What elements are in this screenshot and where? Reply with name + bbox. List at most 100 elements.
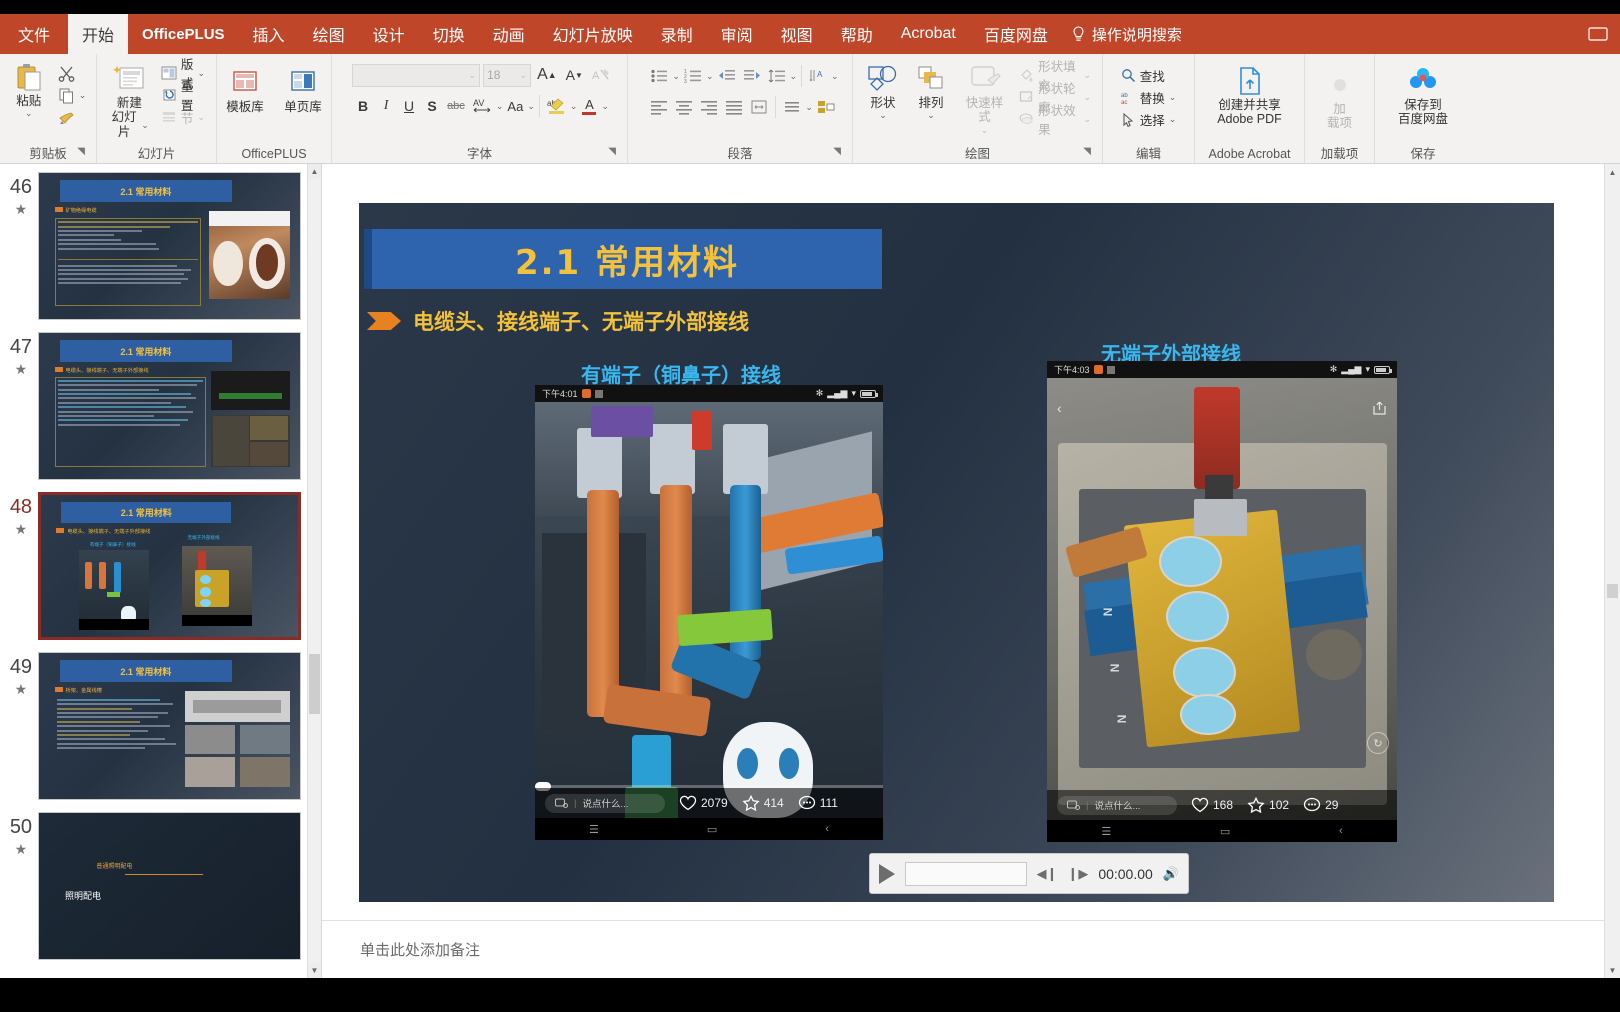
font-size-input[interactable]: 18 ⌄ [483,63,532,87]
find-button[interactable]: 查找 [1117,64,1181,86]
slide-editing-area[interactable]: 2.1 常用材料 电缆头、接线端子、无端子外部接线 有端子（铜鼻子）接线 无端子… [322,164,1620,978]
slide-title[interactable]: 2.1 常用材料 [364,229,882,289]
step-forward-icon[interactable]: ❙▶ [1067,866,1088,882]
font-name-caret-icon[interactable]: ⌄ [469,70,477,81]
addins-button[interactable]: 加 载项 [1317,66,1363,133]
thumbnail-frame[interactable]: 2.1 常用材料 桥架、金属线槽 [37,652,301,800]
bulleted-list-caret-icon[interactable]: ⌄ [672,71,680,82]
tab-file[interactable]: 文件 [0,14,68,54]
line-spacing-button[interactable] [765,64,789,88]
shape-outline-caret-icon[interactable]: ⌄ [1083,92,1091,103]
tell-me-search[interactable]: 操作说明搜索 [1062,14,1192,54]
notes-pane[interactable]: 单击此处添加备注 [322,920,1620,978]
tab-record[interactable]: 录制 [647,14,707,54]
single-page-library-button[interactable]: 单页库 [277,64,329,116]
shape-effects-caret-icon[interactable]: ⌄ [1083,114,1091,125]
section-caret-icon[interactable]: ⌄ [197,112,205,123]
stage-scrollbar[interactable]: ▲ ▼ [1604,164,1620,978]
bulleted-list-button[interactable] [647,64,671,88]
copy-caret-icon[interactable]: ⌄ [79,90,87,101]
section-button[interactable]: 节 ⌄ [157,106,209,128]
quick-styles-caret-icon[interactable]: ⌄ [981,125,989,135]
new-slide-button[interactable]: 新建 幻灯片 ⌄ [104,60,155,141]
character-spacing-caret-icon[interactable]: ⌄ [496,101,504,112]
align-left-button[interactable] [647,95,671,119]
scroll-up-icon[interactable]: ▲ [308,164,321,179]
character-spacing-button[interactable]: AV [469,94,495,118]
replay-icon[interactable]: ↻ [1367,732,1389,754]
arrange-caret-icon[interactable]: ⌄ [927,110,935,120]
star-stat[interactable]: 414 [742,795,784,811]
decrease-font-size-button[interactable]: A ▼ [563,63,586,87]
underline-button[interactable]: U [398,94,420,118]
tab-design[interactable]: 设计 [359,14,419,54]
comment-input-pill[interactable]: | 说点什么... [545,793,665,813]
ribbon-display-options[interactable] [1588,14,1620,54]
align-center-button[interactable] [672,95,696,119]
text-highlight-button[interactable]: ab [544,94,569,118]
font-color-button[interactable]: A [578,94,600,118]
font-color-caret-icon[interactable]: ⌄ [601,101,609,112]
stage-scrollbar-thumb[interactable] [1607,584,1618,598]
comment-stat[interactable]: 29 [1303,797,1338,813]
thumbnail-item[interactable]: 47 ★ 2.1 常用材料 电缆头、接线端子、无端子外部接线 [0,326,307,486]
highlight-caret-icon[interactable]: ⌄ [570,101,578,112]
replace-button[interactable]: ab ac 替换 ⌄ [1117,86,1181,108]
thumbnail-scrollbar[interactable]: ▲ ▼ [307,164,321,978]
tab-slideshow[interactable]: 幻灯片放映 [539,14,647,54]
font-size-caret-icon[interactable]: ⌄ [520,70,528,81]
tab-acrobat[interactable]: Acrobat [887,14,970,54]
video-left[interactable]: 下午4:01 ✻ ▂▄▆ ▾ | 说点什么... 2079 414 111 ☰ … [535,385,883,840]
paste-button[interactable]: 粘贴 ⌄ [6,60,52,121]
quick-styles-button[interactable]: 快速样式 ⌄ [956,60,1013,137]
thumbnail-frame[interactable]: 2.1 常用材料 电缆头、接线端子、无端子外部接线 [37,332,301,480]
text-direction-caret-icon[interactable]: ⌄ [831,71,839,82]
replace-caret-icon[interactable]: ⌄ [1169,92,1177,103]
thumbnail-item[interactable]: 46 ★ 2.1 常用材料 矿物绝缘电缆 [0,164,307,326]
increase-indent-button[interactable] [740,64,764,88]
thumbnail-item-selected[interactable]: 48 ★ 2.1 常用材料 电缆头、接线端子、无端子外部接线 有端子（铜鼻子）接… [0,486,307,646]
like-stat[interactable]: 2079 [679,795,728,811]
justify-button[interactable] [722,95,746,119]
stage-scroll-down-icon[interactable]: ▼ [1605,962,1620,978]
numbered-list-caret-icon[interactable]: ⌄ [706,71,714,82]
decrease-indent-button[interactable] [715,64,739,88]
increase-font-size-button[interactable]: A ▲ [534,63,560,87]
star-stat[interactable]: 102 [1247,797,1289,813]
new-slide-caret-icon[interactable]: ⌄ [141,120,149,130]
tab-draw[interactable]: 绘图 [299,14,359,54]
stage-scroll-up-icon[interactable]: ▲ [1605,164,1620,180]
tab-animations[interactable]: 动画 [479,14,539,54]
thumbnail-frame[interactable]: 2.1 常用材料 电缆头、接线端子、无端子外部接线 有端子（铜鼻子）接线 无端子… [37,492,301,640]
text-direction-button[interactable]: A [806,64,830,88]
shapes-caret-icon[interactable]: ⌄ [879,110,887,120]
back-chevron-icon[interactable]: ‹ [1057,400,1062,416]
tab-insert[interactable]: 插入 [239,14,299,54]
align-right-button[interactable] [697,95,721,119]
slide-thumbnail-pane[interactable]: 46 ★ 2.1 常用材料 矿物绝缘电缆 47 ★ 2.1 常用材料 电缆头、接… [0,164,322,978]
font-dialog-launcher[interactable]: ◥ [608,143,616,161]
caption-left[interactable]: 有端子（铜鼻子）接线 [581,359,781,388]
arrange-button[interactable]: 排列 ⌄ [908,60,954,123]
align-text-button[interactable] [780,95,804,119]
paste-caret-icon[interactable]: ⌄ [25,108,33,118]
slide-bullet-row[interactable]: 电缆头、接线端子、无端子外部接线 [367,306,749,336]
step-back-icon[interactable]: ◀❙ [1037,866,1058,882]
play-icon[interactable] [879,863,895,884]
tab-officeplus[interactable]: OfficePLUS [128,14,239,54]
thumbnail-item[interactable]: 50 ★ 普通照明配电 照明配电 [0,806,307,966]
shape-fill-caret-icon[interactable]: ⌄ [1083,70,1091,81]
tab-help[interactable]: 帮助 [827,14,887,54]
create-share-pdf-button[interactable]: 创建并共享 Adobe PDF [1202,62,1298,129]
distribute-button[interactable] [747,95,771,119]
video-right[interactable]: 下午4:03 ✻ ▂▄▆ ▾ N N N ‹ ↻ | 说点什么... 168 1… [1047,361,1397,842]
clear-formatting-button[interactable]: A [589,63,613,87]
tab-transitions[interactable]: 切换 [419,14,479,54]
format-painter-button[interactable] [54,106,91,128]
share-icon[interactable] [1372,401,1387,415]
template-library-button[interactable]: 模板库 [219,64,271,116]
drawing-dialog-launcher[interactable]: ◥ [1083,143,1091,161]
comment-stat[interactable]: 111 [798,795,838,811]
media-seek-bar[interactable] [905,861,1027,886]
tab-baidu-netdisk[interactable]: 百度网盘 [970,14,1062,54]
